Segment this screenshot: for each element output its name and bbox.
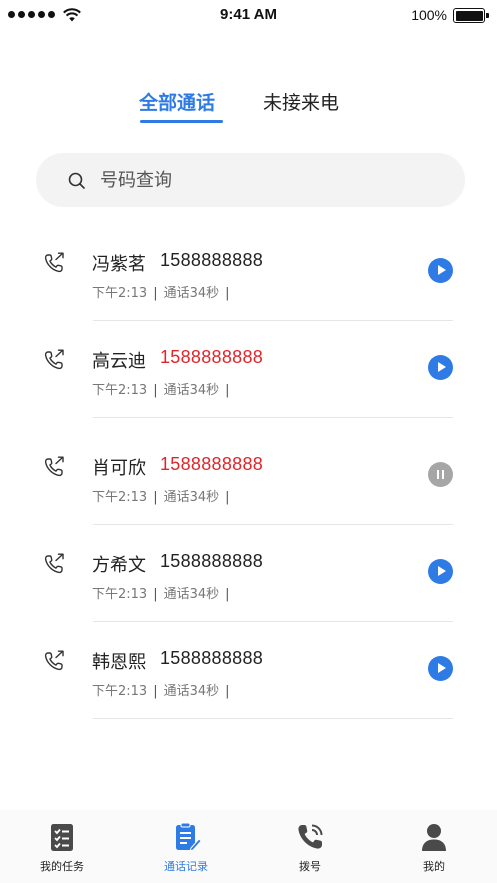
- outgoing-call-icon: [44, 456, 64, 477]
- row-divider: [93, 524, 453, 525]
- nav-item-me[interactable]: 我的: [384, 822, 484, 874]
- tab-all-calls[interactable]: 全部通话: [139, 88, 215, 115]
- active-tab-indicator: [140, 120, 223, 123]
- call-time: 下午2:13: [92, 286, 148, 301]
- call-meta: 下午2:13 | 通话34秒 |: [92, 282, 236, 301]
- play-recording-button[interactable]: [428, 656, 453, 681]
- play-recording-button[interactable]: [428, 559, 453, 584]
- call-record-icon: [176, 822, 201, 852]
- outgoing-call-icon: [44, 349, 64, 370]
- caller-name: 冯紫茗: [92, 254, 146, 275]
- caller-name: 韩恩熙: [92, 652, 146, 673]
- nav-item-call-records[interactable]: 通话记录: [136, 822, 236, 874]
- dial-phone-icon: [298, 824, 323, 849]
- nav-label-call-records: 通话记录: [164, 860, 208, 873]
- call-duration: 通话34秒: [163, 286, 220, 301]
- call-list-item[interactable]: 方希文 1588888888 下午2:13 | 通话34秒 |: [0, 531, 497, 628]
- caller-name: 方希文: [92, 555, 146, 576]
- meta-separator: |: [225, 490, 230, 505]
- person-icon: [422, 824, 446, 851]
- bottom-nav: 我的任务 通话记录 拨号 我的: [0, 810, 497, 883]
- outgoing-call-icon: [44, 650, 64, 671]
- meta-separator: |: [225, 587, 230, 602]
- caller-number: 1588888888: [160, 648, 264, 668]
- call-tabs: 全部通话 未接来电: [0, 88, 497, 128]
- call-list-item[interactable]: 高云迪 1588888888 下午2:13 | 通话34秒 |: [0, 327, 497, 424]
- call-list-item[interactable]: 韩恩熙 1588888888 下午2:13 | 通话34秒 |: [0, 628, 497, 725]
- caller-name: 高云迪: [92, 351, 146, 372]
- caller-name: 肖可欣: [92, 458, 146, 479]
- caller-number: 1588888888: [160, 250, 264, 270]
- pause-recording-button[interactable]: [428, 462, 453, 487]
- search-input[interactable]: [100, 167, 440, 193]
- row-divider: [93, 621, 453, 622]
- caller-number: 1588888888: [160, 347, 264, 367]
- battery-icon: [453, 8, 489, 23]
- meta-separator: |: [153, 383, 158, 398]
- task-list-icon: [51, 824, 73, 851]
- meta-separator: |: [153, 587, 158, 602]
- battery-percent: 100%: [411, 7, 447, 23]
- search-bar: [36, 153, 465, 207]
- outgoing-call-icon: [44, 252, 64, 273]
- call-time: 下午2:13: [92, 383, 148, 398]
- caller-number: 1588888888: [160, 551, 264, 571]
- nav-item-dial[interactable]: 拨号: [260, 822, 360, 874]
- meta-separator: |: [225, 286, 230, 301]
- nav-label-my-tasks: 我的任务: [40, 860, 84, 873]
- row-divider: [93, 718, 453, 719]
- call-time: 下午2:13: [92, 684, 148, 699]
- call-list-item[interactable]: 冯紫茗 1588888888 下午2:13 | 通话34秒 |: [0, 230, 497, 327]
- tab-missed-calls[interactable]: 未接来电: [263, 88, 339, 115]
- call-time: 下午2:13: [92, 490, 148, 505]
- call-time: 下午2:13: [92, 587, 148, 602]
- caller-number: 1588888888: [160, 454, 264, 474]
- status-bar: 9:41 AM 100%: [0, 0, 497, 32]
- row-divider: [93, 320, 453, 321]
- search-icon: [68, 172, 85, 189]
- call-meta: 下午2:13 | 通话34秒 |: [92, 583, 236, 602]
- meta-separator: |: [225, 383, 230, 398]
- call-meta: 下午2:13 | 通话34秒 |: [92, 680, 236, 699]
- row-divider: [93, 417, 453, 418]
- play-recording-button[interactable]: [428, 355, 453, 380]
- meta-separator: |: [153, 490, 158, 505]
- call-duration: 通话34秒: [163, 587, 220, 602]
- play-recording-button[interactable]: [428, 258, 453, 283]
- call-duration: 通话34秒: [163, 684, 220, 699]
- call-duration: 通话34秒: [163, 383, 220, 398]
- call-list-item[interactable]: 肖可欣 1588888888 下午2:13 | 通话34秒 |: [0, 434, 497, 531]
- meta-separator: |: [153, 684, 158, 699]
- call-meta: 下午2:13 | 通话34秒 |: [92, 486, 236, 505]
- call-duration: 通话34秒: [163, 490, 220, 505]
- nav-item-my-tasks[interactable]: 我的任务: [12, 822, 112, 874]
- outgoing-call-icon: [44, 553, 64, 574]
- nav-label-me: 我的: [423, 860, 445, 873]
- call-meta: 下午2:13 | 通话34秒 |: [92, 379, 236, 398]
- meta-separator: |: [153, 286, 158, 301]
- meta-separator: |: [225, 684, 230, 699]
- nav-label-dial: 拨号: [299, 860, 321, 873]
